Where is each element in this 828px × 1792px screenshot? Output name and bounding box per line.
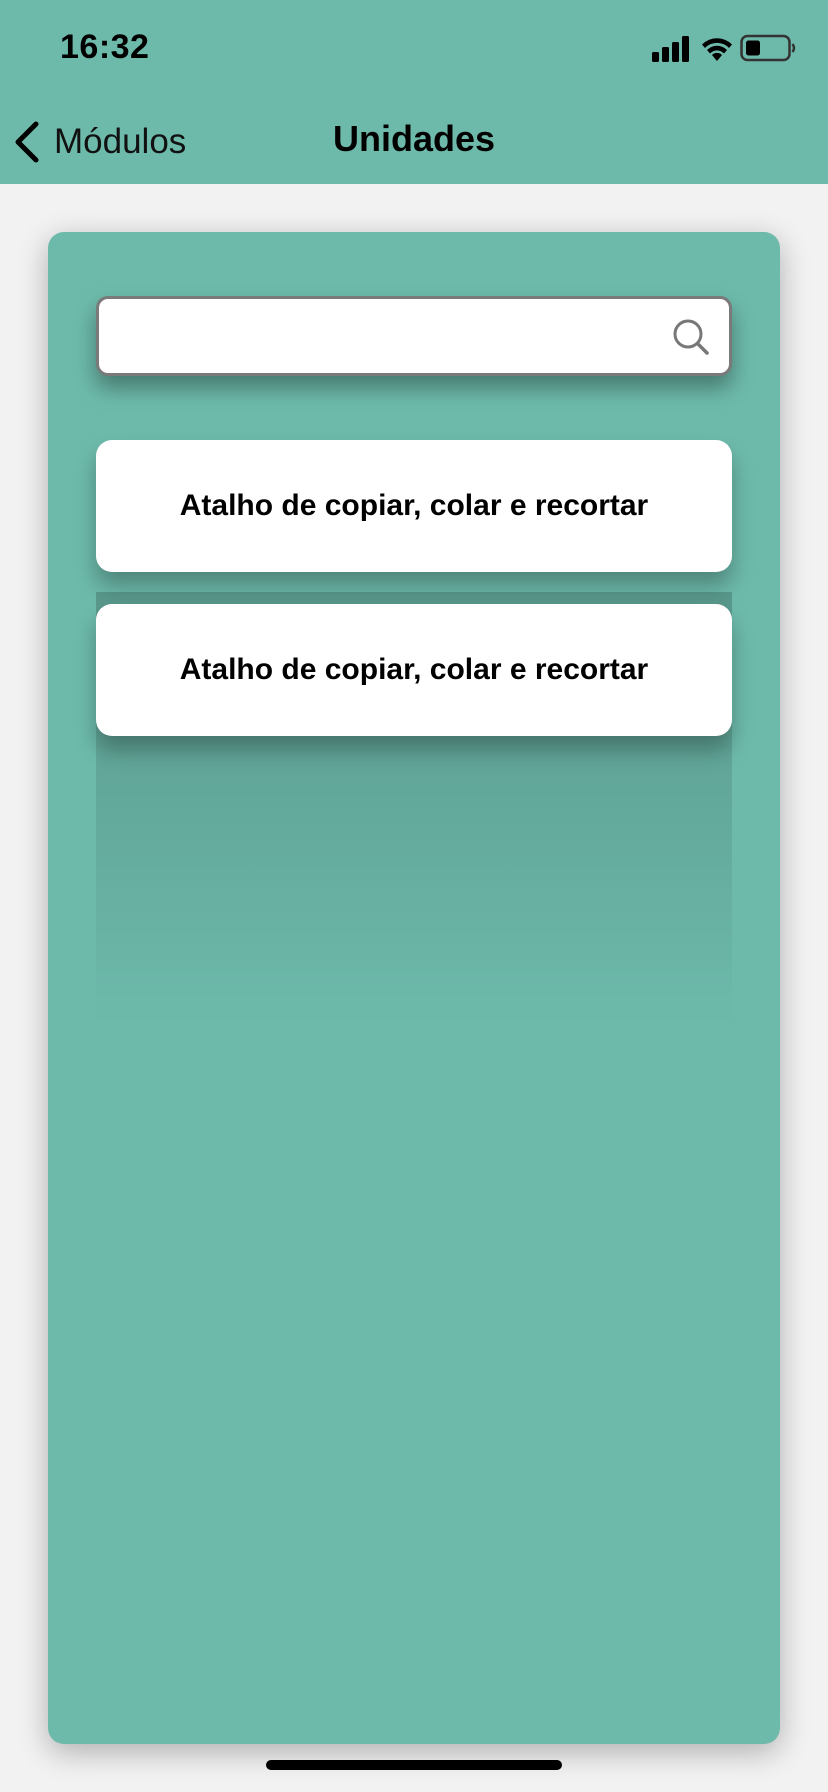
search-input[interactable]: [113, 299, 657, 375]
search-icon[interactable]: [671, 317, 711, 357]
units-panel: Atalho de copiar, colar e recortar Atalh…: [48, 232, 780, 1744]
list-item-unit[interactable]: Atalho de copiar, colar e recortar: [96, 440, 732, 572]
status-time: 16:32: [60, 28, 150, 66]
page-title: Unidades: [332, 118, 496, 159]
app-header: 16:32 Módulos Unidades: [0, 0, 828, 184]
list-item-unit[interactable]: Atalho de copiar, colar e recortar: [96, 604, 732, 736]
home-indicator[interactable]: [266, 1760, 562, 1770]
search-box[interactable]: [96, 296, 732, 376]
battery-icon: [740, 34, 796, 62]
wifi-icon: [702, 38, 732, 61]
signal-icon: [652, 36, 689, 62]
list-item-label: Atalho de copiar, colar e recortar: [179, 653, 649, 686]
list-item-label: Atalho de copiar, colar e recortar: [179, 489, 649, 522]
